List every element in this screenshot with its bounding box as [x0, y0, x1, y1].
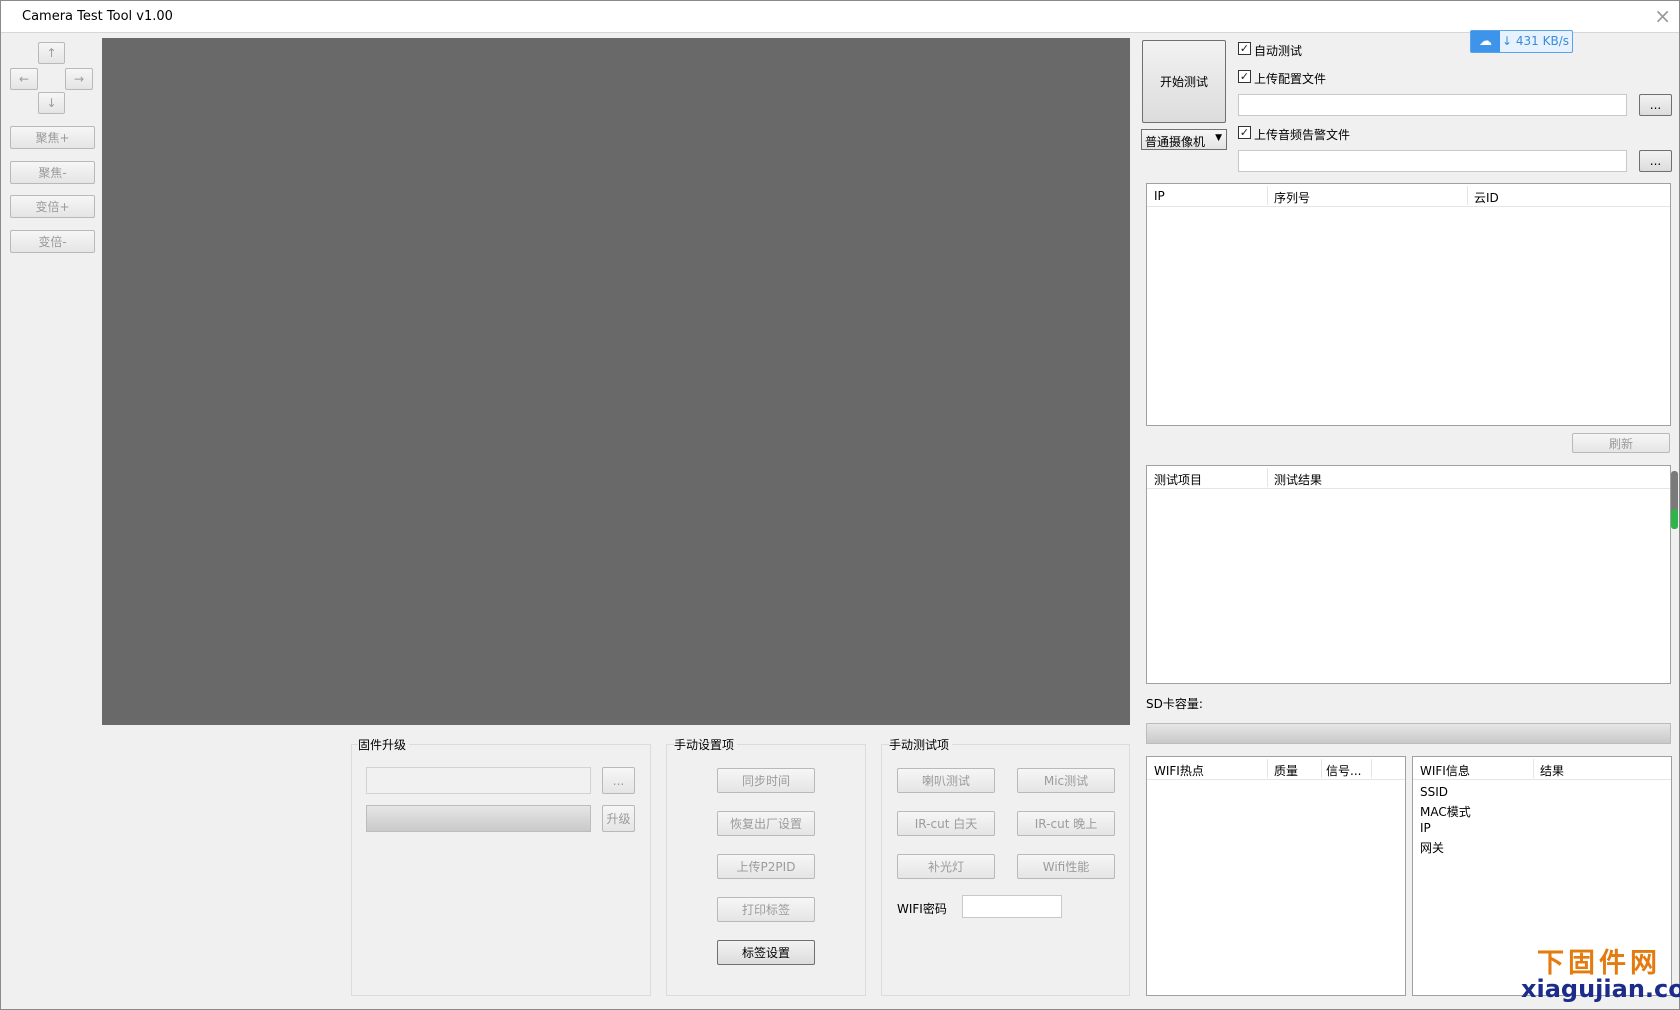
- col-quality[interactable]: 质量: [1274, 762, 1298, 779]
- column-divider: [1467, 186, 1468, 205]
- auto-test-label: 自动测试: [1254, 44, 1303, 58]
- start-test-button[interactable]: 开始测试: [1142, 40, 1226, 123]
- upload-config-label: 上传配置文件: [1254, 72, 1327, 86]
- wifi-password-input[interactable]: [962, 895, 1062, 918]
- zoom-plus-button[interactable]: 变倍+: [10, 195, 95, 218]
- manual-tests-label: 手动测试项: [889, 736, 953, 753]
- sd-card-label: SD卡容量:: [1146, 697, 1203, 711]
- video-preview[interactable]: [102, 38, 1130, 725]
- firmware-file-input[interactable]: [366, 767, 591, 794]
- col-test-item[interactable]: 测试项目: [1154, 471, 1202, 488]
- ircut-night-button[interactable]: IR-cut 晚上: [1017, 811, 1115, 836]
- wifi-perf-button[interactable]: Wifi性能: [1017, 854, 1115, 879]
- column-divider: [1533, 759, 1534, 778]
- upload-p2pid-button[interactable]: 上传P2PID: [717, 854, 815, 879]
- device-table[interactable]: IP 序列号 云ID: [1146, 183, 1671, 426]
- ptz-right-button[interactable]: →: [65, 68, 93, 90]
- audio-file-input[interactable]: [1238, 150, 1627, 172]
- col-serial[interactable]: 序列号: [1274, 189, 1310, 206]
- wifi-info-mac: MAC模式: [1420, 805, 1471, 819]
- column-divider: [1371, 759, 1372, 778]
- firmware-group-label: 固件升级: [358, 736, 410, 753]
- scrollbar-indicator: [1671, 509, 1678, 529]
- col-cloud-id[interactable]: 云ID: [1474, 189, 1499, 206]
- column-divider: [1267, 759, 1268, 778]
- device-table-header: IP 序列号 云ID: [1147, 184, 1670, 207]
- print-label-button[interactable]: 打印标签: [717, 897, 815, 922]
- col-ip[interactable]: IP: [1154, 189, 1165, 203]
- speed-text: ↓ 431 KB/s: [1502, 34, 1569, 48]
- app-window: Camera Test Tool v1.00 × ☁ ↓ 431 KB/s ↑ …: [0, 0, 1680, 1010]
- config-file-input[interactable]: [1238, 94, 1627, 116]
- column-divider: [1267, 186, 1268, 205]
- title-bar: Camera Test Tool v1.00 ×: [1, 1, 1679, 33]
- chevron-down-icon: ▼: [1215, 133, 1222, 143]
- watermark-url: xiagujian.com: [1521, 975, 1680, 1003]
- result-table[interactable]: 测试项目 测试结果: [1146, 465, 1671, 684]
- ptz-left-button[interactable]: ←: [10, 68, 38, 90]
- upgrade-button[interactable]: 升级: [602, 805, 635, 832]
- ptz-up-button[interactable]: ↑: [38, 42, 65, 64]
- camera-type-value: 普通摄像机: [1145, 135, 1206, 149]
- upload-audio-checkbox[interactable]: ✓: [1238, 126, 1251, 139]
- download-speed-widget: ☁ ↓ 431 KB/s: [1470, 30, 1573, 53]
- sync-time-button[interactable]: 同步时间: [717, 768, 815, 793]
- focus-plus-button[interactable]: 聚焦+: [10, 126, 95, 149]
- manual-settings-label: 手动设置项: [674, 736, 738, 753]
- upload-audio-label: 上传音频告警文件: [1254, 128, 1351, 142]
- col-wifi-hotspot[interactable]: WIFI热点: [1154, 762, 1204, 779]
- wifi-hotspot-header: WIFI热点 质量 信号...: [1147, 757, 1405, 780]
- sd-card-progress: [1146, 723, 1671, 744]
- window-title: Camera Test Tool v1.00: [22, 9, 173, 24]
- wifi-hotspot-table[interactable]: WIFI热点 质量 信号...: [1146, 756, 1406, 996]
- ircut-day-button[interactable]: IR-cut 白天: [897, 811, 995, 836]
- col-signal[interactable]: 信号...: [1326, 762, 1361, 779]
- wifi-info-ip: IP: [1420, 821, 1431, 835]
- wifi-password-label: WIFI密码: [897, 902, 947, 916]
- col-test-result[interactable]: 测试结果: [1274, 471, 1322, 488]
- column-divider: [1321, 759, 1322, 778]
- speaker-test-button[interactable]: 喇叭测试: [897, 768, 995, 793]
- firmware-browse-button[interactable]: ...: [602, 767, 635, 794]
- wifi-info-header: WIFI信息 结果: [1413, 757, 1671, 780]
- ptz-down-button[interactable]: ↓: [38, 92, 65, 114]
- col-wifi-info[interactable]: WIFI信息: [1420, 762, 1470, 779]
- firmware-progress: [366, 805, 591, 832]
- upload-config-checkbox[interactable]: ✓: [1238, 70, 1251, 83]
- auto-test-checkbox[interactable]: ✓: [1238, 42, 1251, 55]
- label-settings-button[interactable]: 标签设置: [717, 940, 815, 965]
- focus-minus-button[interactable]: 聚焦-: [10, 161, 95, 184]
- audio-browse-button[interactable]: ...: [1639, 150, 1672, 172]
- result-table-header: 测试项目 测试结果: [1147, 466, 1670, 489]
- camera-type-select[interactable]: 普通摄像机 ▼: [1141, 129, 1227, 150]
- cloud-icon: ☁: [1471, 31, 1500, 52]
- mic-test-button[interactable]: Mic测试: [1017, 768, 1115, 793]
- factory-reset-button[interactable]: 恢复出厂设置: [717, 811, 815, 836]
- zoom-minus-button[interactable]: 变倍-: [10, 230, 95, 253]
- col-wifi-result[interactable]: 结果: [1540, 762, 1564, 779]
- fill-light-button[interactable]: 补光灯: [897, 854, 995, 879]
- config-browse-button[interactable]: ...: [1639, 94, 1672, 116]
- close-icon[interactable]: ×: [1654, 6, 1671, 26]
- column-divider: [1267, 468, 1268, 487]
- wifi-info-gateway: 网关: [1420, 841, 1445, 855]
- wifi-info-ssid: SSID: [1420, 785, 1449, 799]
- refresh-button[interactable]: 刷新: [1572, 433, 1670, 453]
